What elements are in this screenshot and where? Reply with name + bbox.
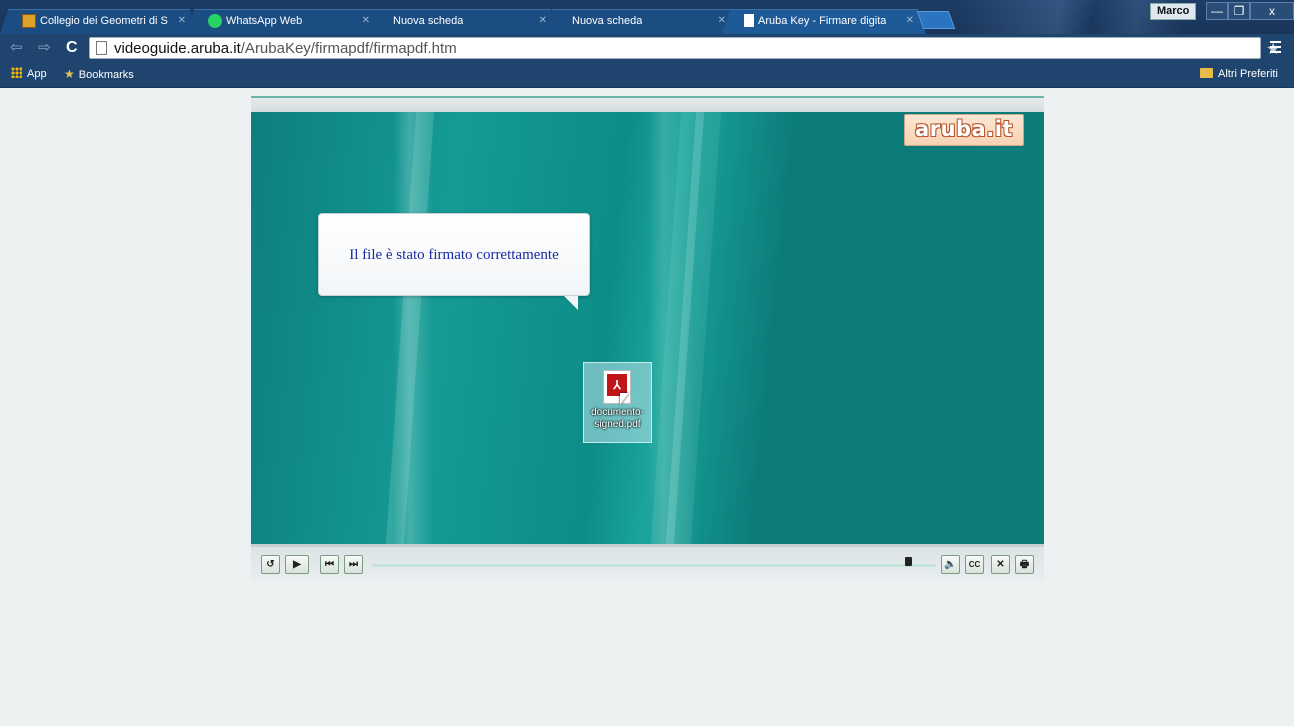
mouse-cursor-icon <box>620 393 629 405</box>
close-player-button[interactable]: ✕ <box>991 555 1010 574</box>
captions-button[interactable]: CC <box>965 555 984 574</box>
tab-label: Aruba Key - Firmare digita <box>758 15 887 27</box>
bookmarks-folder[interactable]: ★ Bookmarks <box>64 67 134 83</box>
callout-tail <box>564 296 578 310</box>
next-button[interactable]: ⏭ <box>344 555 363 574</box>
previous-button[interactable]: ⏮ <box>320 555 339 574</box>
titlebar-decoration <box>960 0 1180 34</box>
folder-icon <box>1200 68 1213 78</box>
star-icon: ★ <box>64 67 75 81</box>
chrome-menu-icon[interactable] <box>1270 41 1281 56</box>
tab-label: Nuova scheda <box>393 15 464 27</box>
address-bar[interactable]: videoguide.aruba.it/ArubaKey/firmapdf/fi… <box>89 37 1261 59</box>
progress-track[interactable] <box>372 564 936 567</box>
tab-collegio[interactable]: Collegio dei Geometri di S ✕ <box>0 9 198 34</box>
signed-pdf-file-icon[interactable]: ⅄ documento-signed.pdf <box>583 362 652 443</box>
tab-nuova-scheda-1[interactable]: Nuova scheda ✕ <box>365 9 559 34</box>
bookmarks-bar: App ★ Bookmarks Altri Preferiti <box>0 63 1294 88</box>
tab-label: Nuova scheda <box>572 15 643 27</box>
tab-label: Collegio dei Geometri di S <box>40 15 168 27</box>
player-controls: ↺ ▶ ⏮ ⏭ 🔈 CC ✕ 🖶 <box>251 544 1044 582</box>
background-streak <box>385 112 435 544</box>
browser-toolbar: ⇦ ⇨ C videoguide.aruba.it/ArubaKey/firma… <box>0 34 1294 63</box>
reload-icon[interactable]: C <box>66 39 78 57</box>
player-header-bar <box>251 96 1044 112</box>
aruba-logo: aruba.it <box>904 114 1024 146</box>
page-icon <box>96 41 107 55</box>
tab-label: WhatsApp Web <box>226 15 303 27</box>
tab-close-icon[interactable]: ✕ <box>178 9 186 33</box>
apps-grid-icon <box>11 67 22 78</box>
volume-button[interactable]: 🔈 <box>941 555 960 574</box>
url-text: videoguide.aruba.it/ArubaKey/firmapdf/fi… <box>114 40 457 57</box>
other-bookmarks-folder[interactable]: Altri Preferiti <box>1200 67 1278 82</box>
file-name-label: documento-signed.pdf <box>591 407 644 430</box>
play-button[interactable]: ▶ <box>285 555 309 574</box>
back-arrow-icon[interactable]: ⇦ <box>10 40 23 56</box>
new-tab-button[interactable] <box>916 11 956 29</box>
profile-button[interactable]: Marco <box>1150 3 1197 20</box>
print-button[interactable]: 🖶 <box>1015 555 1034 574</box>
tab-aruba-key[interactable]: Aruba Key - Firmare digita ✕ <box>722 9 926 34</box>
forward-arrow-icon[interactable]: ⇨ <box>38 40 51 56</box>
tab-close-icon[interactable]: ✕ <box>906 9 914 33</box>
minimize-button[interactable]: — <box>1206 2 1228 20</box>
rewind-button[interactable]: ↺ <box>261 555 280 574</box>
progress-thumb[interactable] <box>905 557 912 566</box>
restore-button[interactable]: ❐ <box>1228 2 1250 20</box>
signed-confirmation-callout: Il file è stato firmato correttamente <box>318 213 590 310</box>
video-frame[interactable]: aruba.it Il file è stato firmato corrett… <box>251 112 1044 544</box>
callout-message: Il file è stato firmato correttamente <box>349 247 559 263</box>
browser-titlebar: Collegio dei Geometri di S ✕ WhatsApp We… <box>0 0 1294 34</box>
video-player: aruba.it Il file è stato firmato corrett… <box>251 96 1044 582</box>
tab-nuova-scheda-2[interactable]: Nuova scheda ✕ <box>544 9 738 34</box>
apps-shortcut[interactable]: App <box>11 67 47 82</box>
close-window-button[interactable]: x <box>1250 2 1294 20</box>
tab-whatsapp[interactable]: WhatsApp Web ✕ <box>186 9 382 34</box>
